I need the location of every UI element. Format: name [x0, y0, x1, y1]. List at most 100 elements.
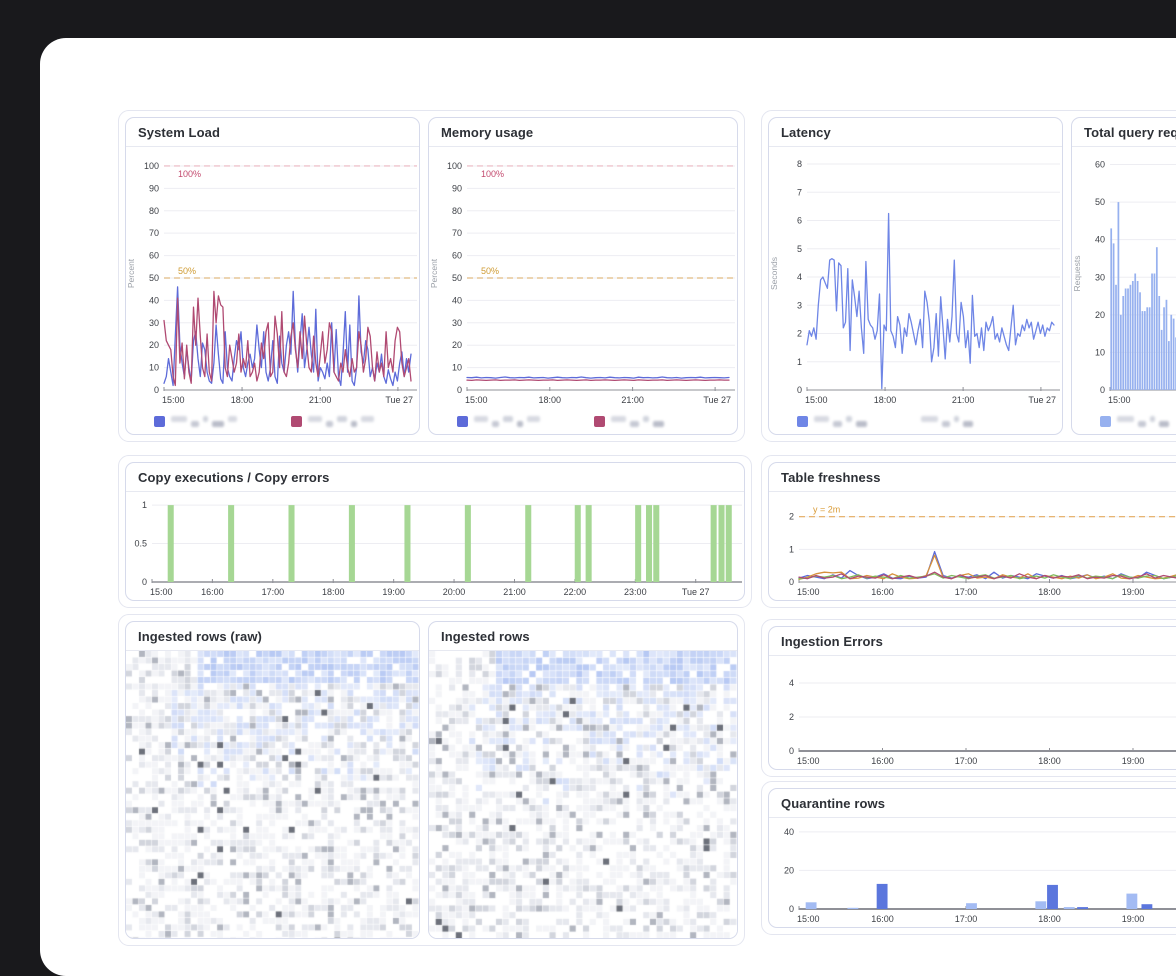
- panel-header: System Load: [126, 118, 419, 147]
- total-query-requests-chart[interactable]: 010203040506015:0018:0021:00Tue 27Reques…: [1072, 147, 1176, 408]
- panel-system-load: System Load 010203040506070809010015:001…: [125, 117, 420, 435]
- svg-text:3: 3: [797, 300, 802, 310]
- svg-text:50: 50: [149, 273, 159, 283]
- legend-item[interactable]: [797, 413, 867, 429]
- svg-text:18:00: 18:00: [874, 395, 897, 405]
- svg-text:21:00: 21:00: [503, 587, 526, 597]
- redacted-heatmap-canvas: [126, 651, 419, 938]
- svg-text:40: 40: [149, 295, 159, 305]
- legend: [429, 408, 737, 434]
- svg-text:7: 7: [797, 187, 802, 197]
- panel-ingestion-errors: Ingestion Errors 02415:0016:0017:0018:00…: [768, 626, 1176, 770]
- group-queries: Latency 01234567815:0018:0021:00Tue 27Se…: [761, 110, 1176, 442]
- legend-item[interactable]: [594, 413, 664, 429]
- svg-text:22:00: 22:00: [564, 587, 587, 597]
- panel-total-query-requests: Total query requests 010203040506015:001…: [1071, 117, 1176, 435]
- svg-text:15:00: 15:00: [465, 395, 488, 405]
- table-freshness-chart[interactable]: 01215:0016:0017:0018:0019:0020:0021:00y …: [769, 492, 1176, 600]
- memory-usage-chart[interactable]: 010203040506070809010015:0018:0021:00Tue…: [429, 147, 737, 408]
- panel-header: Ingestion Errors: [769, 627, 1176, 656]
- svg-text:15:00: 15:00: [1108, 395, 1131, 405]
- svg-text:19:00: 19:00: [1122, 914, 1145, 924]
- svg-text:17:00: 17:00: [955, 914, 978, 924]
- latency-chart[interactable]: 01234567815:0018:0021:00Tue 27Seconds: [769, 147, 1062, 408]
- svg-text:23:00: 23:00: [624, 587, 647, 597]
- svg-text:18:00: 18:00: [231, 395, 254, 405]
- svg-text:1: 1: [797, 357, 802, 367]
- svg-text:30: 30: [149, 318, 159, 328]
- panel-title: Ingestion Errors: [781, 634, 1176, 649]
- quarantine-rows-chart[interactable]: 0204015:0016:0017:0018:0019:0020:0021:00: [769, 818, 1176, 927]
- svg-text:4: 4: [797, 272, 802, 282]
- svg-text:2: 2: [797, 329, 802, 339]
- svg-text:0: 0: [457, 385, 462, 395]
- ingested-rows-raw-heatmap[interactable]: [126, 651, 419, 938]
- svg-text:100: 100: [447, 161, 462, 171]
- ingestion-errors-chart[interactable]: 02415:0016:0017:0018:0019:0020:0021:00: [769, 656, 1176, 769]
- legend-item[interactable]: [291, 413, 374, 429]
- panel-ingested-rows: Ingested rows: [428, 621, 738, 939]
- legend-item[interactable]: [457, 413, 540, 429]
- svg-text:100%: 100%: [481, 169, 504, 179]
- svg-text:Tue 27: Tue 27: [703, 395, 731, 405]
- group-freshness: Table freshness 01215:0016:0017:0018:001…: [761, 455, 1176, 608]
- svg-text:19:00: 19:00: [1122, 756, 1145, 766]
- svg-text:60: 60: [1095, 160, 1105, 170]
- svg-text:1: 1: [789, 544, 794, 554]
- svg-text:15:00: 15:00: [162, 395, 185, 405]
- svg-text:15:00: 15:00: [150, 587, 173, 597]
- redacted-text: [308, 415, 374, 427]
- svg-text:0: 0: [789, 746, 794, 756]
- group-ingested: Ingested rows (raw) Ingested rows: [118, 614, 745, 946]
- panel-title: Total query requests: [1084, 125, 1176, 140]
- legend-swatch: [154, 416, 165, 427]
- svg-text:20: 20: [149, 340, 159, 350]
- svg-text:4: 4: [789, 678, 794, 688]
- group-quarantine: Quarantine rows 0204015:0016:0017:0018:0…: [761, 781, 1176, 935]
- svg-text:21:00: 21:00: [309, 395, 332, 405]
- svg-text:8: 8: [797, 159, 802, 169]
- svg-text:17:00: 17:00: [955, 587, 978, 597]
- svg-text:70: 70: [452, 228, 462, 238]
- redacted-heatmap-canvas: [429, 651, 737, 938]
- panel-memory-usage: Memory usage 010203040506070809010015:00…: [428, 117, 738, 435]
- svg-text:0: 0: [797, 385, 802, 395]
- panel-header: Latency: [769, 118, 1062, 147]
- panel-title: Ingested rows (raw): [138, 629, 407, 644]
- svg-text:Tue 27: Tue 27: [1028, 395, 1056, 405]
- panel-title: Latency: [781, 125, 1050, 140]
- legend-item[interactable]: [154, 413, 237, 429]
- svg-text:21:00: 21:00: [952, 395, 975, 405]
- ingested-rows-heatmap[interactable]: [429, 651, 737, 938]
- system-load-chart[interactable]: 010203040506070809010015:0018:0021:00Tue…: [126, 147, 419, 408]
- svg-text:19:00: 19:00: [382, 587, 405, 597]
- redacted-text: [474, 415, 540, 427]
- legend-item[interactable]: [1100, 413, 1169, 429]
- svg-text:15:00: 15:00: [797, 756, 820, 766]
- svg-text:20: 20: [784, 865, 794, 875]
- svg-text:y = 2m: y = 2m: [813, 505, 840, 515]
- panel-header: Ingested rows: [429, 622, 737, 651]
- svg-text:18:00: 18:00: [1038, 756, 1061, 766]
- svg-text:20:00: 20:00: [443, 587, 466, 597]
- svg-text:Tue 27: Tue 27: [682, 587, 710, 597]
- svg-text:21:00: 21:00: [621, 395, 644, 405]
- svg-text:0: 0: [154, 385, 159, 395]
- copy-executions-chart[interactable]: 00.5115:0016:0017:0018:0019:0020:0021:00…: [126, 492, 744, 600]
- legend: [1072, 408, 1176, 434]
- svg-text:0.5: 0.5: [134, 539, 147, 549]
- legend-swatch: [1100, 416, 1111, 427]
- panel-title: Memory usage: [441, 125, 725, 140]
- svg-text:80: 80: [452, 206, 462, 216]
- legend-item[interactable]: [921, 413, 973, 429]
- svg-text:20: 20: [1095, 310, 1105, 320]
- svg-text:15:00: 15:00: [805, 395, 828, 405]
- svg-text:30: 30: [452, 318, 462, 328]
- panel-header: Total query requests: [1072, 118, 1176, 147]
- svg-text:17:00: 17:00: [955, 756, 978, 766]
- svg-text:10: 10: [149, 363, 159, 373]
- svg-text:18:00: 18:00: [539, 395, 562, 405]
- panel-title: Ingested rows: [441, 629, 725, 644]
- legend-swatch: [797, 416, 808, 427]
- svg-text:60: 60: [452, 251, 462, 261]
